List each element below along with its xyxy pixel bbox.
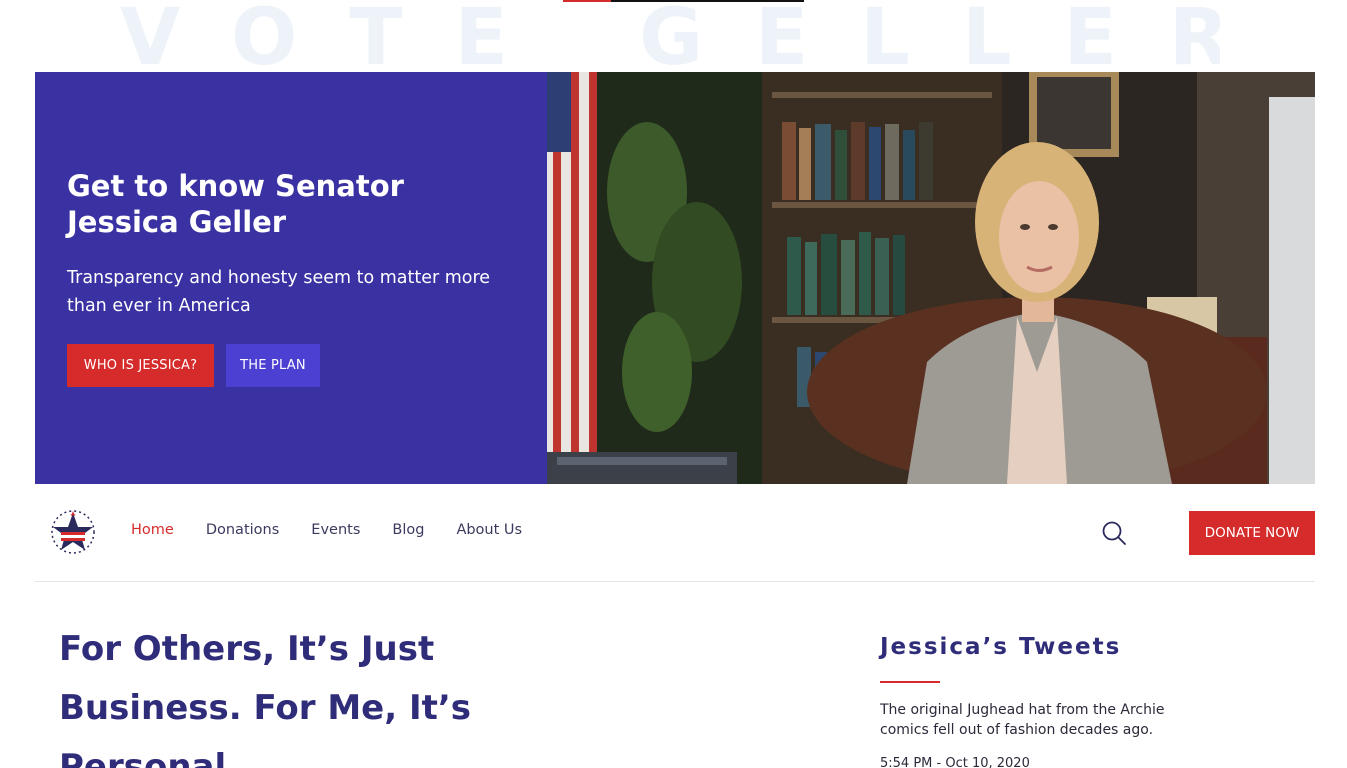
nav-item-events[interactable]: Events bbox=[311, 522, 360, 538]
tweets-title: Jessica’s Tweets bbox=[880, 634, 1122, 660]
site-logo[interactable] bbox=[49, 508, 97, 556]
background-watermark: VOTE GELLER bbox=[120, 0, 1220, 72]
tweet-timestamp[interactable]: 5:54 PM - Oct 10, 2020 bbox=[880, 756, 1030, 768]
main-navbar: Home Donations Events Blog About Us DONATE N… bbox=[35, 484, 1315, 582]
tweets-title-divider bbox=[880, 681, 940, 683]
the-plan-button[interactable]: THE PLAN bbox=[226, 344, 320, 387]
who-is-jessica-button[interactable]: WHO IS JESSICA? bbox=[67, 344, 214, 387]
nav-menu: Home Donations Events Blog About Us bbox=[131, 522, 554, 538]
tweet-text: The original Jughead hat from the Archie… bbox=[880, 702, 1165, 738]
donate-now-button[interactable]: DONATE NOW bbox=[1189, 511, 1315, 555]
search-icon[interactable] bbox=[1101, 520, 1127, 546]
nav-item-home[interactable]: Home bbox=[131, 522, 174, 538]
hero-photo-senator bbox=[547, 72, 1315, 484]
nav-item-blog[interactable]: Blog bbox=[392, 522, 424, 538]
nav-item-donations[interactable]: Donations bbox=[206, 522, 279, 538]
main-headline: For Others, It’s Just Business. For Me, … bbox=[59, 629, 472, 768]
hero-text-panel: Get to know Senator Jessica Geller Trans… bbox=[35, 72, 547, 484]
hero-section: Get to know Senator Jessica Geller Trans… bbox=[35, 72, 1315, 484]
nav-item-about-us[interactable]: About Us bbox=[456, 522, 522, 538]
hero-subtitle: Transparency and honesty seem to matter … bbox=[67, 268, 491, 316]
hero-title: Get to know Senator Jessica Geller bbox=[67, 169, 404, 239]
